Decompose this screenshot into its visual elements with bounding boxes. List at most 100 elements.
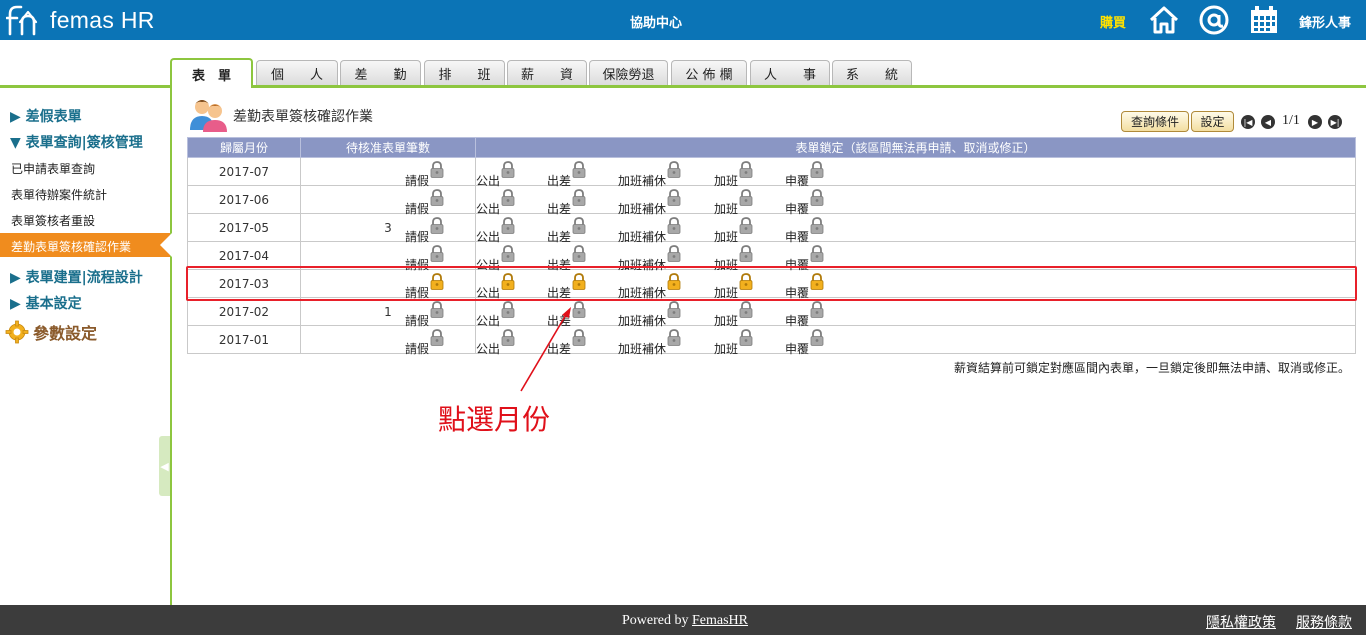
tab-insurance[interactable]: 保險勞退 (589, 60, 668, 85)
lock-toggle[interactable]: 請假 (405, 217, 445, 245)
table-row: 2017-05 3 請假 公出 出差 加班補休 加班 申覆 (187, 213, 1356, 244)
lock-toggle[interactable]: 加班補休 (618, 329, 682, 357)
col-header-lock: 表單鎖定（該區間無法再申請、取消或修正） (475, 137, 1356, 158)
lock-label: 申覆 (785, 342, 810, 356)
month-cell[interactable]: 2017-02 (187, 297, 301, 326)
query-conditions-button[interactable]: 查詢條件 (1121, 111, 1189, 132)
lock-toggle[interactable]: 請假 (405, 161, 445, 189)
lock-toggle[interactable]: 公出 (476, 329, 516, 357)
pending-count-cell: 3 (300, 213, 476, 242)
page-title: 差勤表單簽核確認作業 (233, 109, 373, 125)
lock-label: 請假 (405, 286, 430, 300)
powered-by: Powered by FemasHR (600, 613, 770, 629)
logo-text: femas HR (50, 6, 155, 33)
tab-bulletin[interactable]: 公 佈 欄 (671, 60, 747, 85)
terms-of-service-link[interactable]: 服務條款 (1296, 612, 1352, 632)
annotation-arrow-icon (520, 307, 571, 392)
users-icon (190, 100, 227, 132)
top-header: femas HR 協助中心 購買 鋒形人事 (0, 0, 1366, 40)
sidebar-item-pending-stats[interactable]: 表單待辦案件統計 (11, 186, 107, 203)
lock-label: 加班補休 (618, 342, 667, 356)
monthly-lock-table: 歸屬月份 待核准表單筆數 表單鎖定（該區間無法再申請、取消或修正） 2017-0… (187, 137, 1356, 357)
lock-label: 加班 (714, 342, 739, 356)
pending-count-cell (300, 325, 476, 354)
lock-locked-icon (429, 273, 445, 301)
lock-label: 請假 (405, 202, 430, 216)
lock-unlocked-icon (429, 161, 445, 189)
pending-count-cell (300, 241, 476, 270)
active-pointer-icon (160, 233, 172, 257)
lock-toggle[interactable]: 加班 (714, 329, 754, 357)
footer: Powered by FemasHR 隱私權政策 服務條款 (0, 605, 1366, 635)
lock-label: 請假 (405, 258, 430, 272)
lock-toggle[interactable]: 請假 (405, 245, 445, 273)
last-page-icon[interactable]: ▶| (1328, 115, 1342, 129)
lock-unlocked-icon (809, 329, 825, 357)
sidebar-param-settings[interactable]: 參數設定 (5, 320, 97, 344)
page-indicator: 1/1 (1282, 113, 1300, 128)
help-center-link[interactable]: 協助中心 (600, 12, 712, 31)
tab-personal[interactable]: 個 人 (256, 60, 338, 85)
next-page-icon[interactable]: ▶ (1308, 115, 1322, 129)
month-cell[interactable]: 2017-03 (187, 269, 301, 298)
sidebar-item-confirm-active[interactable]: 差勤表單簽核確認作業 (0, 233, 170, 257)
lock-toggle[interactable]: 請假 (405, 301, 445, 329)
tab-payroll[interactable]: 薪 資 (507, 60, 587, 85)
lock-unlocked-icon (429, 245, 445, 273)
sidebar-cat-form-build[interactable]: ▶ 表單建置|流程設計 (10, 267, 143, 287)
sidebar-cat-form-query[interactable]: ▼ 表單查詢|簽核管理 (10, 132, 143, 152)
pending-count-cell (300, 157, 476, 186)
tab-attendance[interactable]: 差 勤 (340, 60, 421, 85)
sidebar-item-applied-forms[interactable]: 已申請表單查詢 (11, 160, 95, 177)
lock-cell: 請假 公出 出差 加班補休 加班 申覆 (405, 213, 1356, 244)
pending-count-cell: 1 (300, 297, 476, 326)
sidebar-item-approver-reset[interactable]: 表單簽核者重設 (11, 212, 95, 229)
tab-system[interactable]: 系 統 (832, 60, 912, 85)
buy-link[interactable]: 購買 (1100, 12, 1126, 31)
month-cell[interactable]: 2017-05 (187, 213, 301, 242)
email-at-icon[interactable] (1198, 4, 1230, 36)
lock-note: 薪資結算前可鎖定對應區間內表單，一旦鎖定後即無法申請、取消或修正。 (953, 361, 1350, 375)
lock-cell: 請假 公出 出差 加班補休 加班 申覆 (405, 297, 1356, 328)
first-page-icon[interactable]: |◀ (1241, 115, 1255, 129)
lock-label: 請假 (405, 342, 430, 356)
logo[interactable]: femas HR (6, 4, 155, 36)
lock-toggle[interactable]: 請假 (405, 273, 445, 301)
tab-forms[interactable]: 表 單 (170, 58, 253, 88)
lock-toggle[interactable]: 申覆 (785, 329, 825, 357)
company-name: 鋒形人事 (1299, 16, 1352, 31)
lock-toggle[interactable]: 請假 (405, 189, 445, 217)
calendar-icon[interactable] (1248, 4, 1280, 36)
lock-unlocked-icon (666, 329, 682, 357)
month-cell[interactable]: 2017-06 (187, 185, 301, 214)
gear-icon (5, 320, 29, 344)
col-header-month: 歸屬月份 (187, 137, 301, 158)
sidebar-cat-leave-forms[interactable]: ▶ 差假表單 (10, 106, 82, 126)
month-cell[interactable]: 2017-04 (187, 241, 301, 270)
month-cell[interactable]: 2017-01 (187, 325, 301, 354)
lock-toggle[interactable]: 請假 (405, 329, 445, 357)
lock-cell: 請假 公出 出差 加班補休 加班 申覆 (405, 185, 1356, 216)
sidebar: ▶ 差假表單 ▼ 表單查詢|簽核管理 已申請表單查詢 表單待辦案件統計 表單簽核… (0, 88, 172, 605)
param-settings-label: 參數設定 (33, 324, 98, 343)
settings-button[interactable]: 設定 (1191, 111, 1234, 132)
lock-unlocked-icon (429, 329, 445, 357)
lock-unlocked-icon (429, 301, 445, 329)
lock-label: 請假 (405, 174, 430, 188)
sidebar-collapse-handle[interactable]: ◀ (159, 436, 170, 496)
tab-hr[interactable]: 人 事 (750, 60, 830, 85)
table-row: 2017-07 請假 公出 出差 加班補休 加班 申覆 (187, 157, 1356, 188)
table-row: 2017-06 請假 公出 出差 加班補休 加班 申覆 (187, 185, 1356, 216)
lock-unlocked-icon (429, 189, 445, 217)
lock-unlocked-icon (500, 329, 516, 357)
table-row: 2017-02 1 請假 公出 出差 加班補休 加班 申覆 (187, 297, 1356, 328)
month-cell[interactable]: 2017-07 (187, 157, 301, 186)
tab-scheduling[interactable]: 排 班 (424, 60, 505, 85)
home-icon[interactable] (1148, 4, 1180, 36)
femashr-link[interactable]: FemasHR (692, 613, 748, 628)
lock-cell: 請假 公出 出差 加班補休 加班 申覆 (405, 269, 1356, 300)
lock-cell: 請假 公出 出差 加班補休 加班 申覆 (405, 157, 1356, 188)
sidebar-cat-basic-settings[interactable]: ▶ 基本設定 (10, 293, 82, 313)
privacy-policy-link[interactable]: 隱私權政策 (1206, 612, 1276, 632)
prev-page-icon[interactable]: ◀ (1261, 115, 1275, 129)
